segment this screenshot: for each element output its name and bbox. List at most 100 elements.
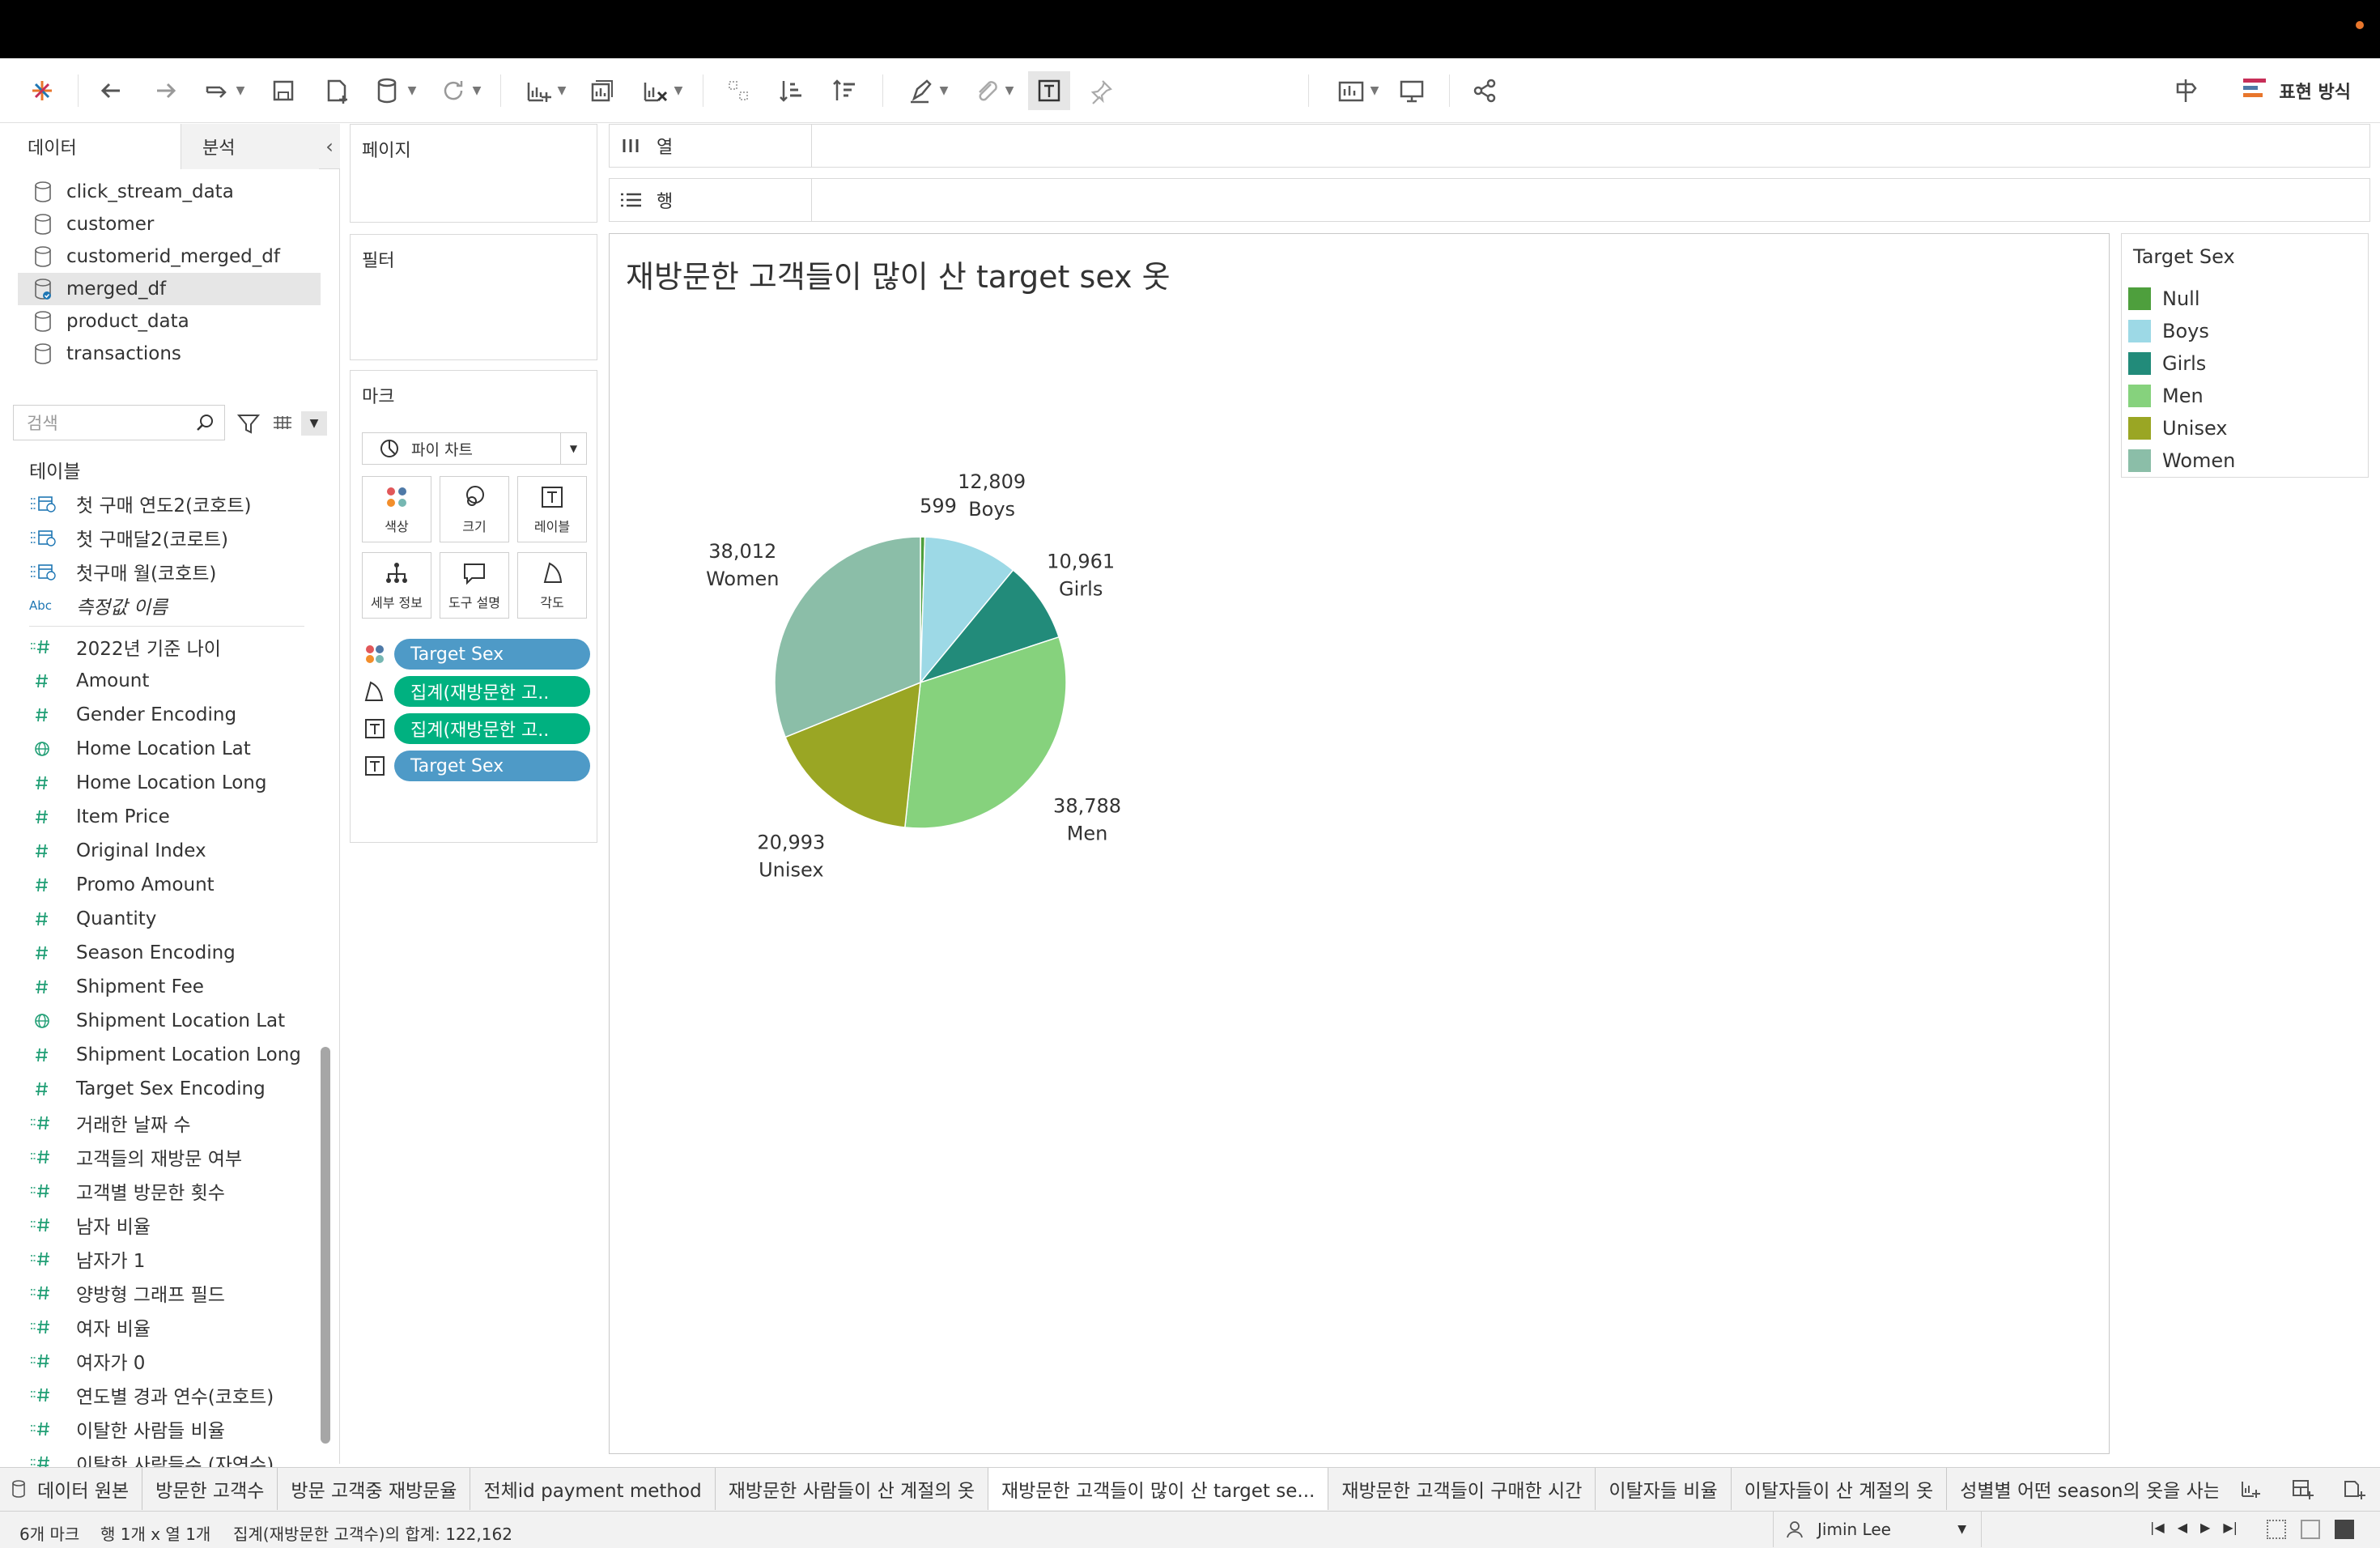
sheet-tab[interactable]: 성별별 어떤 season의 옷을 사는지 (1947, 1468, 2218, 1510)
legend-item[interactable]: Men (2128, 380, 2235, 412)
sort-descending-icon[interactable] (826, 71, 865, 110)
collapse-pane-icon[interactable]: ‹ (319, 124, 340, 168)
sheet-tab[interactable]: 이탈자들이 산 계절의 옷 (1731, 1468, 1948, 1510)
datasource-icon[interactable]: ▼ (366, 71, 423, 110)
presentation-mode-icon[interactable] (1392, 71, 1431, 110)
tab-analytics[interactable]: 분석 (181, 124, 319, 169)
measure-field[interactable]: 고객들의 재방문 여부 (29, 1140, 309, 1174)
show-mark-labels-icon[interactable] (1028, 71, 1070, 110)
measure-field[interactable]: 거래한 날짜 수 (29, 1106, 309, 1140)
measure-field[interactable]: 양방형 그래프 필드 (29, 1276, 309, 1310)
share-icon[interactable] (1465, 71, 1504, 110)
measure-field[interactable]: Gender Encoding (29, 698, 309, 732)
legend-item[interactable]: Women (2128, 444, 2235, 477)
measure-field[interactable]: 여자 비율 (29, 1310, 309, 1344)
show-filmstrip-icon[interactable] (2301, 1520, 2320, 1539)
legend-item[interactable]: Null (2128, 283, 2235, 315)
datasource-item[interactable]: click_stream_data (18, 176, 321, 208)
rows-shelf[interactable]: 행 (609, 178, 2370, 222)
measure-field[interactable]: Home Location Long (29, 766, 309, 800)
swap-rows-columns-icon[interactable] (719, 71, 758, 110)
datasource-item[interactable]: product_data (18, 305, 321, 338)
legend-item[interactable]: Boys (2128, 315, 2235, 347)
fix-axes-icon[interactable] (1082, 71, 1120, 110)
first-sheet-icon[interactable]: |◀ (2150, 1520, 2165, 1535)
tab-data[interactable]: 데이터 (0, 124, 181, 169)
show-tabs-icon[interactable] (2335, 1520, 2354, 1539)
label-dimension-pill[interactable]: Target Sex (394, 751, 590, 781)
angle-pill[interactable]: 집계(재방문한 고.. (394, 676, 590, 707)
last-sheet-icon[interactable]: ▶| (2223, 1520, 2238, 1535)
sheet-tab[interactable]: 전체id payment method (470, 1468, 716, 1510)
ask-data-icon[interactable] (2166, 71, 2205, 110)
sheet-tab[interactable]: 재방문한 고객들이 많이 산 target se... (988, 1468, 1329, 1510)
redo-icon[interactable] (146, 71, 185, 110)
show-cards-icon[interactable]: ▼ (1326, 71, 1388, 110)
show-sheet-sorter-icon[interactable] (2267, 1520, 2286, 1539)
datasource-item[interactable]: customer (18, 208, 321, 240)
viz-canvas[interactable]: 재방문한 고객들이 많이 산 target sex 옷 599 12,809 Boy… (609, 233, 2110, 1454)
detail-button[interactable]: 세부 정보 (362, 552, 431, 619)
mark-type-select[interactable]: 파이 차트 ▼ (362, 432, 587, 465)
measure-field[interactable]: Quantity (29, 902, 309, 936)
datasource-item[interactable]: merged_df (18, 273, 321, 305)
color-pill[interactable]: Target Sex (394, 639, 590, 670)
new-worksheet-icon[interactable]: ▼ (513, 71, 575, 110)
undo-icon[interactable] (92, 71, 131, 110)
filter-icon[interactable] (235, 410, 262, 437)
pie-chart[interactable]: 59912,809 Boys 10,961 Girls 38,788 Men 20,993 U… (610, 234, 2109, 1453)
user-menu[interactable]: Jimin Lee ▼ (1773, 1512, 1982, 1547)
measure-field[interactable]: 2022년 기준 나이 (29, 630, 309, 664)
datasource-item[interactable]: customerid_merged_df (18, 240, 321, 273)
datasource-tab[interactable]: 데이터 원본 (0, 1468, 143, 1510)
label-measure-pill[interactable]: 집계(재방문한 고.. (394, 713, 590, 744)
previous-sheet-icon[interactable]: ◀ (2178, 1520, 2187, 1535)
measure-field[interactable]: Target Sex Encoding (29, 1072, 309, 1106)
sort-ascending-icon[interactable] (772, 71, 811, 110)
measure-field[interactable]: Season Encoding (29, 936, 309, 970)
measure-field[interactable]: Amount (29, 664, 309, 698)
dimension-field[interactable]: 첫 구매 연도2(코호트) (29, 487, 309, 521)
highlight-icon[interactable]: ▼ (895, 71, 957, 110)
duplicate-sheet-icon[interactable] (583, 71, 622, 110)
measure-field[interactable]: Promo Amount (29, 868, 309, 902)
measure-field[interactable]: 남자 비율 (29, 1208, 309, 1242)
measure-field[interactable]: 남자가 1 (29, 1242, 309, 1276)
angle-button[interactable]: 각도 (517, 552, 587, 619)
color-button[interactable]: 색상 (362, 476, 431, 542)
save-icon[interactable] (264, 71, 303, 110)
chevron-down-icon[interactable]: ▼ (301, 411, 327, 436)
new-datasource-icon[interactable] (317, 71, 356, 110)
view-as-list-icon[interactable] (269, 410, 296, 437)
measure-field[interactable]: 연도별 경과 연수(코호트) (29, 1378, 309, 1412)
pages-card[interactable]: 페이지 (350, 124, 597, 223)
filters-card[interactable]: 필터 (350, 234, 597, 360)
next-sheet-icon[interactable]: ▶ (2200, 1520, 2210, 1535)
measure-field[interactable]: 고객별 방문한 횟수 (29, 1174, 309, 1208)
sheet-tab[interactable]: 이탈자들 비율 (1596, 1468, 1732, 1510)
measure-field[interactable]: Shipment Location Lat (29, 1004, 309, 1038)
dimension-field[interactable]: 첫 구매달2(코로트) (29, 521, 309, 555)
measure-field[interactable]: Original Index (29, 834, 309, 868)
search-input[interactable]: 검색 (13, 405, 225, 440)
show-me-button[interactable]: 표현 방식 (2243, 76, 2351, 105)
label-button[interactable]: 레이블 (517, 476, 587, 542)
replay-icon[interactable]: ▼ (194, 71, 251, 110)
measure-field[interactable]: Shipment Location Long (29, 1038, 309, 1072)
group-members-icon[interactable]: ▼ (963, 71, 1020, 110)
new-worksheet-tab-icon[interactable] (2225, 1468, 2276, 1510)
datasource-item[interactable]: transactions (18, 338, 321, 370)
color-legend[interactable]: Target Sex Null Boys Girls Men Unisex Women (2121, 233, 2369, 478)
tableau-logo-icon[interactable] (23, 71, 62, 110)
measure-field[interactable]: 이탈한 사람들 비율 (29, 1412, 309, 1446)
sheet-tab[interactable]: 방문 고객중 재방문율 (278, 1468, 471, 1510)
sheet-tab[interactable]: 재방문한 사람들이 산 계절의 옷 (715, 1468, 989, 1510)
dimension-field[interactable]: Abc 측정값 이름 (29, 589, 309, 623)
refresh-icon[interactable]: ▼ (431, 71, 487, 110)
legend-item[interactable]: Girls (2128, 347, 2235, 380)
sheet-tab[interactable]: 방문한 고객수 (142, 1468, 278, 1510)
measure-field[interactable]: Shipment Fee (29, 970, 309, 1004)
sheet-tab[interactable]: 재방문한 고객들이 구매한 시간 (1328, 1468, 1596, 1510)
clear-sheet-icon[interactable]: ▼ (630, 71, 691, 110)
new-dashboard-icon[interactable] (2276, 1468, 2328, 1510)
